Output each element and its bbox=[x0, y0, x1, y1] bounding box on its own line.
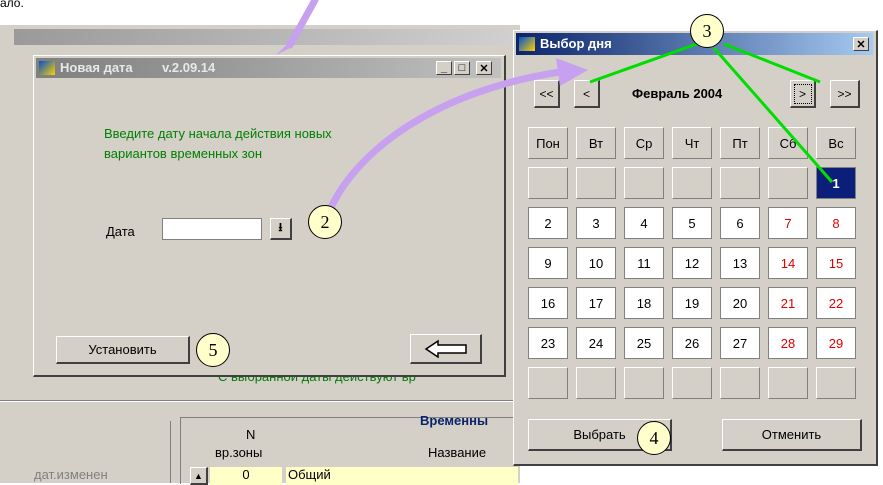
callout-5: 5 bbox=[196, 333, 230, 367]
purple-arrow-curve bbox=[321, 68, 564, 226]
callout-3: 3 bbox=[690, 14, 724, 48]
green-line-day bbox=[712, 47, 834, 183]
callout-4: 4 bbox=[637, 421, 671, 455]
purple-arrow-curve-head bbox=[556, 58, 588, 86]
callout-2: 2 bbox=[308, 205, 342, 239]
annotation-overlay bbox=[276, 0, 834, 226]
green-line-prev bbox=[589, 38, 709, 84]
